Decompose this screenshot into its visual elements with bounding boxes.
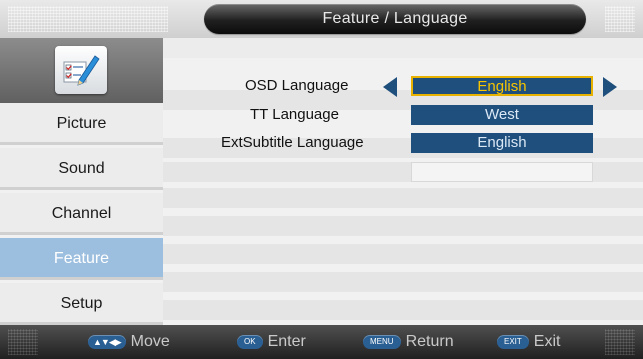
row-band <box>163 38 643 58</box>
sidebar-item-channel[interactable]: Channel <box>0 193 163 235</box>
tt-language-label: TT Language <box>250 106 339 123</box>
page-title: Feature / Language <box>204 4 586 34</box>
sidebar-icon-box <box>0 38 163 103</box>
top-bar: Feature / Language <box>0 0 643 38</box>
bottom-texture-right <box>605 329 635 355</box>
hint-enter: OK Enter <box>237 325 306 359</box>
menu-key-icon: MENU <box>363 334 401 349</box>
settings-form-pen-icon <box>55 46 107 94</box>
top-texture-right <box>605 6 635 32</box>
osd-language-label: OSD Language <box>245 77 349 94</box>
arrow-left-icon[interactable] <box>383 77 397 97</box>
nav-arrows-key-icon: ▲▼◀▶ <box>88 334 126 349</box>
row-band <box>163 272 643 292</box>
tt-language-value[interactable]: West <box>411 105 593 125</box>
sidebar-item-setup[interactable]: Setup <box>0 283 163 325</box>
sidebar-item-sound[interactable]: Sound <box>0 148 163 190</box>
arrow-right-icon[interactable] <box>603 77 617 97</box>
sidebar-item-picture[interactable]: Picture <box>0 103 163 145</box>
sidebar-item-feature[interactable]: Feature <box>0 238 163 280</box>
extsubtitle-language-label: ExtSubtitle Language <box>221 134 364 151</box>
ok-key-icon: OK <box>237 334 263 349</box>
top-texture-left <box>8 6 168 32</box>
empty-value-slot <box>411 162 593 182</box>
hint-move-label: Move <box>130 333 170 350</box>
hint-exit: EXIT Exit <box>497 325 560 359</box>
hint-move: ▲▼◀▶ Move <box>88 325 170 359</box>
row-band <box>163 188 643 208</box>
hint-exit-label: Exit <box>533 333 561 350</box>
hint-return-label: Return <box>405 333 454 350</box>
extsubtitle-language-value[interactable]: English <box>411 133 593 153</box>
bottom-texture-left <box>8 329 38 355</box>
row-band <box>163 216 643 236</box>
hint-return: MENU Return <box>363 325 454 359</box>
row-band <box>163 244 643 264</box>
tv-osd-screen: Feature / Language Picture Sound Channel… <box>0 0 643 359</box>
bottom-bar: ▲▼◀▶ Move OK Enter MENU Return EXIT Exit <box>0 325 643 359</box>
exit-key-icon: EXIT <box>497 334 529 349</box>
hint-enter-label: Enter <box>267 333 306 350</box>
feature-language-panel: OSD Language English TT Language West Ex… <box>163 38 643 325</box>
sidebar: Picture Sound Channel Feature Setup <box>0 38 163 325</box>
osd-language-value[interactable]: English <box>411 76 593 96</box>
row-band <box>163 300 643 320</box>
